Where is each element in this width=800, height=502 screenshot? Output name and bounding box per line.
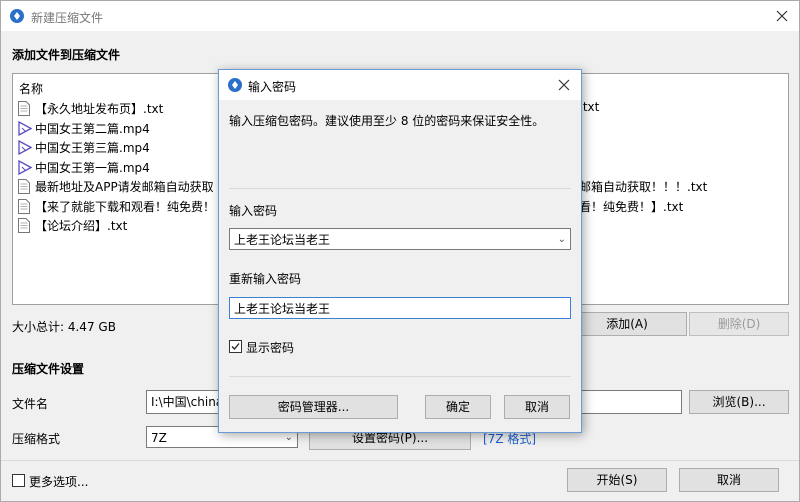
checkmark-icon (231, 343, 240, 350)
filename-label: 文件名 (12, 397, 49, 411)
list-item[interactable]: 最新地址及APP请发邮箱自动获取 (18, 178, 214, 196)
list-item[interactable]: 中国女王第二篇.mp4 (18, 120, 150, 138)
add-files-heading: 添加文件到压缩文件 (12, 48, 121, 62)
text-file-icon (18, 179, 32, 194)
column-header-name[interactable]: 名称 (19, 80, 43, 97)
text-file-icon (18, 198, 32, 214)
window-title: 新建压缩文件 (31, 11, 104, 25)
more-options-checkbox[interactable] (12, 474, 25, 487)
repeat-password-label: 重新输入密码 (229, 272, 302, 286)
browse-button[interactable]: 浏览(B)... (689, 390, 789, 414)
list-item[interactable]: 【来了就能下载和观看！纯免费！ (18, 198, 215, 216)
file-name: 【永久地址发布页】.txt (35, 102, 164, 116)
close-icon[interactable] (773, 7, 791, 25)
show-password-label[interactable]: 显示密码 (246, 339, 294, 356)
total-size: 大小总计: 4.47 GB (12, 320, 116, 334)
list-item[interactable]: 中国女王第一篇.mp4 (18, 159, 150, 177)
start-button[interactable]: 开始(S) (567, 468, 667, 492)
file-name: 【来了就能下载和观看！纯免费！ (35, 199, 216, 214)
close-icon[interactable] (555, 76, 573, 94)
title-bar: 新建压缩文件 (1, 1, 799, 31)
file-name: 中国女王第一篇.mp4 (35, 160, 150, 175)
list-item[interactable]: 【永久地址发布页】.txt (18, 100, 163, 118)
password-value: 上老王论坛当老王 (234, 233, 331, 247)
video-file-icon (18, 139, 33, 156)
add-button[interactable]: 添加(A) (567, 312, 687, 336)
format-label: 压缩格式 (12, 432, 61, 446)
cancel-button[interactable]: 取消 (679, 468, 779, 492)
show-password-checkbox[interactable] (229, 340, 242, 353)
file-name-fragment: 看！纯免费！】.txt (579, 200, 684, 214)
settings-heading: 压缩文件设置 (12, 362, 85, 376)
dialog-title: 输入密码 (248, 80, 297, 94)
password-select[interactable]: 上老王论坛当老王 ⌄ (229, 228, 571, 250)
file-name: 【论坛介绍】.txt (35, 219, 128, 233)
delete-button[interactable]: 删除(D) (689, 312, 789, 336)
list-item[interactable]: 【论坛介绍】.txt (18, 217, 127, 235)
file-name-fragment: .txt (579, 100, 600, 114)
password-dialog: 输入密码 输入压缩包密码。建议使用至少 8 位的密码来保证安全性。 输入密码 上… (218, 69, 582, 433)
app-logo-icon (228, 78, 242, 92)
password-label: 输入密码 (229, 204, 278, 218)
list-item[interactable]: 中国女王第三篇.mp4 (18, 139, 150, 157)
password-manager-button[interactable]: 密码管理器... (229, 395, 398, 419)
dialog-cancel-button[interactable]: 取消 (504, 395, 570, 419)
more-options-label[interactable]: 更多选项... (29, 473, 88, 490)
file-name-fragment: 邮箱自动获取！！！.txt (579, 180, 708, 194)
file-name: 中国女王第三篇.mp4 (35, 141, 150, 155)
chevron-down-icon: ⌄ (557, 234, 566, 245)
repeat-password-input[interactable]: 上老王论坛当老王 (229, 297, 571, 319)
file-name: 中国女王第二篇.mp4 (35, 121, 150, 136)
dialog-instruction: 输入压缩包密码。建议使用至少 8 位的密码来保证安全性。 (229, 114, 545, 128)
format-select-value: 7Z (151, 431, 167, 445)
ok-button[interactable]: 确定 (425, 395, 491, 419)
app-logo-icon (10, 9, 24, 23)
file-name: 最新地址及APP请发邮箱自动获取 (35, 180, 214, 194)
text-file-icon (18, 101, 32, 116)
video-file-icon (18, 159, 33, 175)
video-file-icon (18, 120, 33, 136)
text-file-icon (18, 218, 32, 233)
dialog-title-bar: 输入密码 (219, 70, 581, 100)
